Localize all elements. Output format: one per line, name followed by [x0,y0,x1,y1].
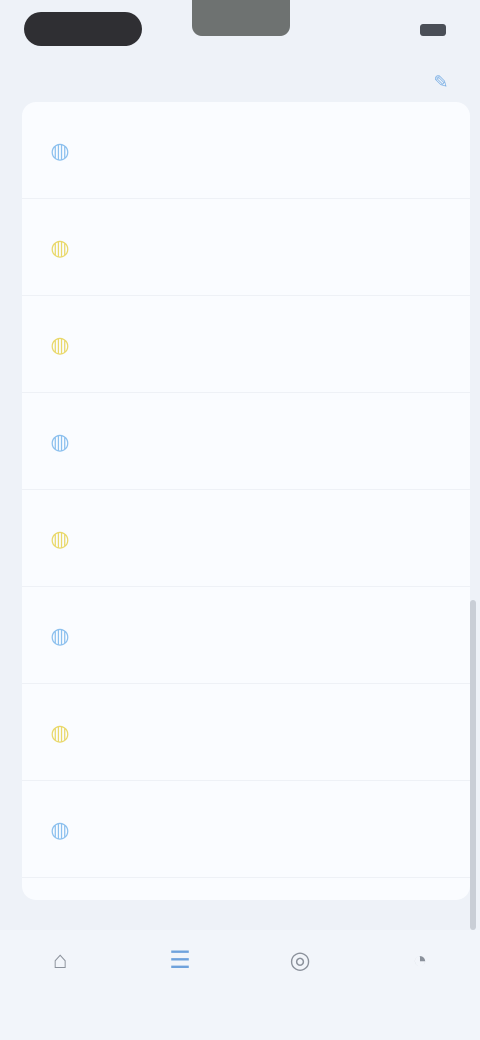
item-list: ◍ ◍ ◍ ◍ ◍ ◍ ◍ ◍ [22,102,470,900]
edit-icon[interactable]: ✎ [430,72,452,94]
list-item[interactable]: ◍ [22,199,470,296]
home-icon: ⌂ [52,947,68,974]
list-item[interactable]: ◍ [22,296,470,393]
bottom-nav: ⌂ ☰ ◎ ◔ [0,930,480,1040]
list-item[interactable]: ◍ [22,102,470,199]
app-screen: ✎ ◍ ◍ ◍ ◍ ◍ ◍ ◍ ◍ ⌂ ☰ ◎ ◔ [0,0,480,1040]
blue-round-icon: ◍ [50,623,70,648]
profile-icon: ◔ [412,947,428,974]
battery-icon [420,24,446,36]
camera-cutout [192,0,290,36]
blue-round-icon: ◍ [50,429,70,454]
blue-round-icon: ◍ [50,138,70,163]
list-item[interactable]: ◍ [22,490,470,587]
yellow-round-icon: ◍ [50,235,70,260]
yellow-round-icon: ◍ [50,720,70,745]
status-indicators [350,20,446,40]
yellow-round-icon: ◍ [50,332,70,357]
scrollbar[interactable] [470,600,476,930]
list-item[interactable]: ◍ [22,587,470,684]
yellow-round-icon: ◍ [50,526,70,551]
nav-item-list[interactable]: ☰ [135,946,225,982]
nav-item-home[interactable]: ⌂ [15,946,105,982]
compass-icon: ◎ [289,947,311,974]
status-pill [24,12,142,46]
list-item[interactable]: ◍ [22,684,470,781]
list-icon: ☰ [169,947,191,974]
nav-item-compass[interactable]: ◎ [255,946,345,982]
blue-round-icon: ◍ [50,817,70,842]
nav-item-profile[interactable]: ◔ [375,946,465,982]
list-item[interactable]: ◍ [22,781,470,878]
list-item[interactable]: ◍ [22,393,470,490]
list-header: ✎ [52,70,452,96]
status-bar [0,0,480,64]
